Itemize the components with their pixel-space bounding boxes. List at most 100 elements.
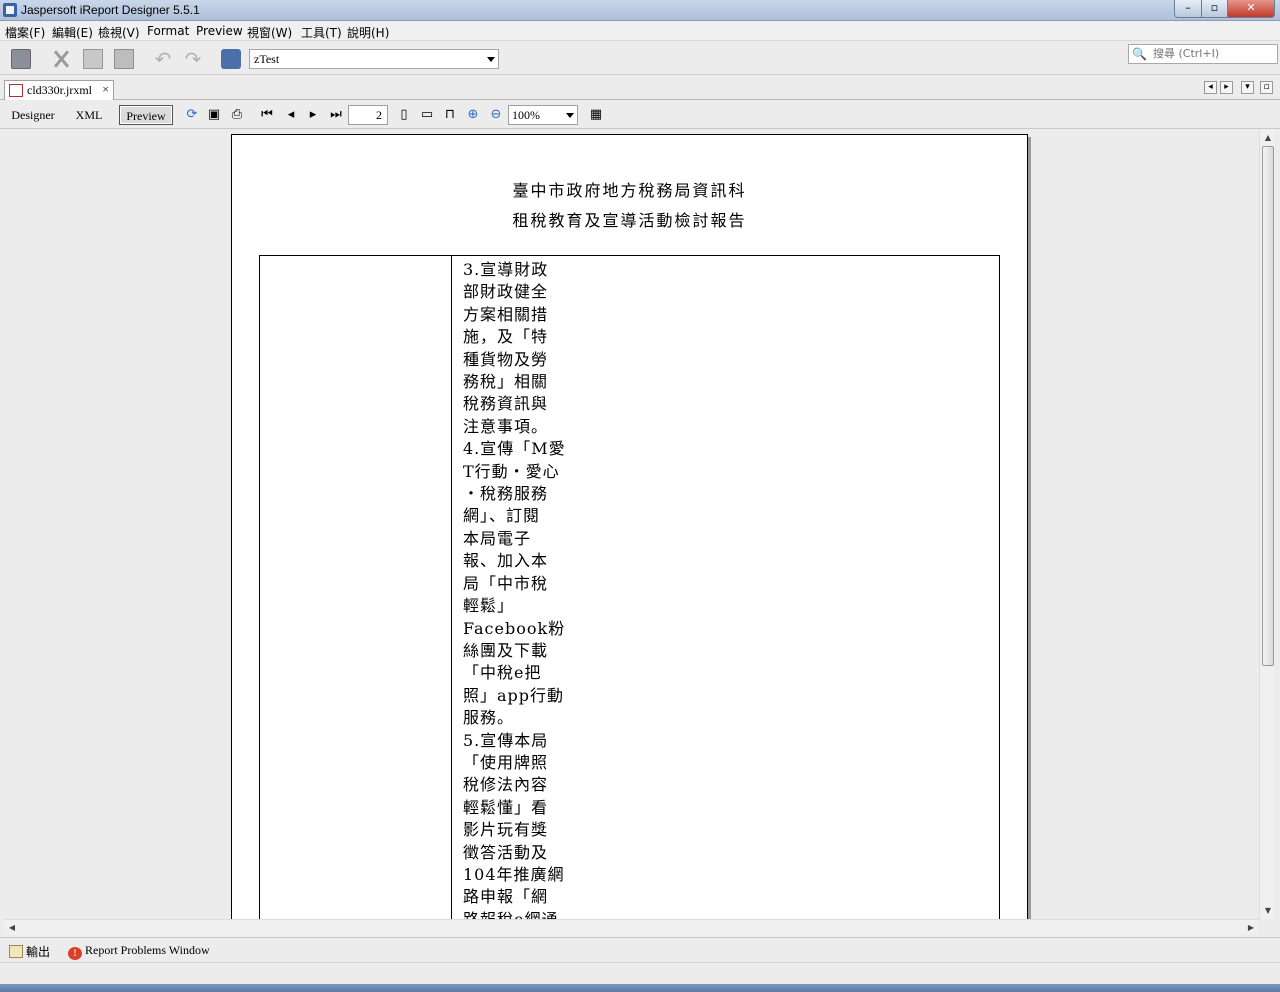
reload-icon[interactable]: ⟳ <box>184 107 200 123</box>
next-page-icon[interactable]: ▸ <box>305 107 321 123</box>
cut-icon[interactable] <box>51 49 71 69</box>
datasource-icon[interactable] <box>221 49 241 69</box>
redo-icon[interactable]: ↷ <box>183 49 203 69</box>
first-page-icon[interactable]: ⏮ <box>259 107 275 123</box>
bottom-panel-bar: 輸出 ! Report Problems Window <box>0 937 1280 962</box>
print-icon[interactable]: ⎙ <box>229 107 245 123</box>
report-text-line: 方案相關措 <box>463 304 549 324</box>
actual-size-icon[interactable]: ▯ <box>396 107 412 123</box>
os-taskbar <box>0 984 1280 992</box>
report-table: 3.宣導財政 部財政健全 方案相關措 施，及「特 種貨物及勞 務稅」相關 稅務資訊與 注意事項… <box>259 255 1000 919</box>
title-bar: Jaspersoft iReport Designer 5.5.1 – ▫ ✕ <box>0 0 1280 21</box>
vertical-scrollbar[interactable]: ▲ ▼ <box>1259 130 1275 919</box>
window-title: Jaspersoft iReport Designer 5.5.1 <box>21 3 200 17</box>
editor-toolbar: Designer XML Preview ⟳ ▣ ⎙ ⏮ ◂ ▸ ⏭ 2 ▯ ▭… <box>0 101 1280 129</box>
report-text-line: Facebook粉 <box>463 618 566 638</box>
menu-format[interactable]: Format <box>147 24 189 38</box>
error-icon: ! <box>68 947 82 960</box>
scroll-down-icon[interactable]: ▼ <box>1260 903 1276 919</box>
report-text-line: 照」app行動 <box>463 685 565 705</box>
paste-icon[interactable] <box>114 49 134 69</box>
fit-page-icon[interactable]: ▭ <box>419 107 435 123</box>
menu-edit[interactable]: 編輯(E) <box>52 24 93 41</box>
chevron-down-icon <box>566 113 574 118</box>
maximize-editor-icon[interactable]: ▫ <box>1260 81 1273 94</box>
scroll-tabs-left-icon[interactable]: ◂ <box>1204 81 1217 94</box>
table-column-divider <box>451 256 452 919</box>
menu-file[interactable]: 檔案(F) <box>5 24 45 41</box>
datasource-value: zTest <box>254 52 280 66</box>
last-page-icon[interactable]: ⏭ <box>328 107 344 123</box>
menu-preview[interactable]: Preview <box>196 24 243 38</box>
report-text-line: 局「中市稅 <box>463 573 549 593</box>
save-all-icon[interactable] <box>11 49 31 69</box>
report-text-line: 「中稅e把 <box>463 663 542 683</box>
datasource-select[interactable]: zTest <box>249 49 499 69</box>
main-toolbar: ↶ ↷ zTest <box>0 41 1280 75</box>
report-text-line: 「使用牌照 <box>463 752 549 772</box>
previous-page-icon[interactable]: ◂ <box>283 107 299 123</box>
tab-list-icon[interactable]: ▾ <box>1241 81 1254 94</box>
document-tab-row: cld330r.jrxml × ◂ ▸ ▾ ▫ <box>0 76 1280 100</box>
scroll-up-icon[interactable]: ▲ <box>1260 130 1276 146</box>
app-window: Jaspersoft iReport Designer 5.5.1 – ▫ ✕ … <box>0 0 1280 992</box>
report-text-line: 絲團及下載 <box>463 640 549 660</box>
report-text-line: 務稅」相關 <box>463 372 549 392</box>
report-text-line: 施，及「特 <box>463 327 549 347</box>
zoom-out-icon[interactable]: ⊖ <box>488 107 504 123</box>
report-page: 臺中市政府地方稅務局資訊科 租稅教育及宣導活動檢討報告 3.宣導財政 部財政健全方… <box>231 134 1028 919</box>
report-text-line: 稅修法內容 <box>463 775 549 795</box>
report-text-line: 3.宣導財政 <box>463 260 549 279</box>
minimize-button[interactable]: – <box>1174 0 1202 18</box>
table-cell-content: 3.宣導財政 部財政健全 方案相關措 施，及「特 種貨物及勞 務稅」相關 稅務資訊與 注意事項… <box>463 259 573 919</box>
search-input[interactable] <box>1153 47 1275 60</box>
report-problems-tab[interactable]: ! Report Problems Window <box>68 943 210 960</box>
document-tab[interactable]: cld330r.jrxml × <box>4 80 114 100</box>
export-icon[interactable]: ▦ <box>588 107 604 123</box>
undo-icon[interactable]: ↶ <box>153 49 173 69</box>
copy-icon[interactable] <box>83 49 103 69</box>
tab-preview[interactable]: Preview <box>119 105 173 125</box>
report-text-line: 輕鬆」 <box>463 596 515 616</box>
zoom-in-icon[interactable]: ⊕ <box>465 107 481 123</box>
close-tab-icon[interactable]: × <box>102 82 109 97</box>
report-text-line: 服務。 <box>463 708 515 728</box>
tab-xml[interactable]: XML <box>72 105 106 125</box>
output-icon <box>9 945 23 958</box>
report-text-line: 路報稅e網通 <box>463 909 573 919</box>
tab-designer[interactable]: Designer <box>8 105 58 125</box>
maximize-button[interactable]: ▫ <box>1201 0 1228 18</box>
vertical-scroll-thumb[interactable] <box>1262 146 1274 666</box>
menu-bar: 檔案(F) 編輯(E) 檢視(V) Format Preview 視窗(W) 工… <box>0 21 1280 41</box>
search-box[interactable]: 🔍 <box>1128 44 1278 64</box>
close-button[interactable]: ✕ <box>1227 0 1275 18</box>
report-text-line: 報、加入本 <box>463 551 549 571</box>
zoom-select[interactable]: 100% <box>508 105 578 125</box>
horizontal-scrollbar[interactable]: ◀ ▶ <box>4 919 1259 935</box>
output-panel-tab[interactable]: 輸出 <box>9 943 50 960</box>
report-text-line: T行動・愛心 <box>463 461 560 481</box>
report-text-line: ・稅務服務 <box>463 484 549 504</box>
ireport-app-icon <box>3 3 17 17</box>
save-report-icon[interactable]: ▣ <box>206 107 222 123</box>
report-title-line1: 臺中市政府地方稅務局資訊科 <box>512 181 747 200</box>
report-text-line: 輕鬆懂」看 <box>463 797 549 817</box>
fit-width-icon[interactable]: ⊓ <box>442 107 458 123</box>
page-number-input[interactable]: 2 <box>348 105 388 125</box>
menu-window[interactable]: 視窗(W) <box>247 24 292 41</box>
report-text-line: 徵答活動及 <box>463 842 549 862</box>
menu-help[interactable]: 說明(H) <box>347 24 389 41</box>
zoom-value: 100% <box>512 108 540 122</box>
menu-view[interactable]: 檢視(V) <box>98 24 140 41</box>
report-text-line: 5.宣傳本局 <box>463 730 549 750</box>
report-problems-label: Report Problems Window <box>85 943 210 957</box>
report-text-line: 本局電子 <box>463 528 532 548</box>
chevron-down-icon <box>487 57 495 62</box>
scroll-left-icon[interactable]: ◀ <box>4 920 20 936</box>
report-title-line2: 租稅教育及宣導活動檢討報告 <box>512 211 747 230</box>
scroll-right-icon[interactable]: ▶ <box>1243 920 1259 936</box>
scroll-tabs-right-icon[interactable]: ▸ <box>1220 81 1233 94</box>
report-text-line: 稅務資訊與 <box>463 394 549 414</box>
report-preview-viewport[interactable]: 臺中市政府地方稅務局資訊科 租稅教育及宣導活動檢討報告 3.宣導財政 部財政健全方… <box>4 130 1259 919</box>
menu-tools[interactable]: 工具(T) <box>301 24 342 41</box>
